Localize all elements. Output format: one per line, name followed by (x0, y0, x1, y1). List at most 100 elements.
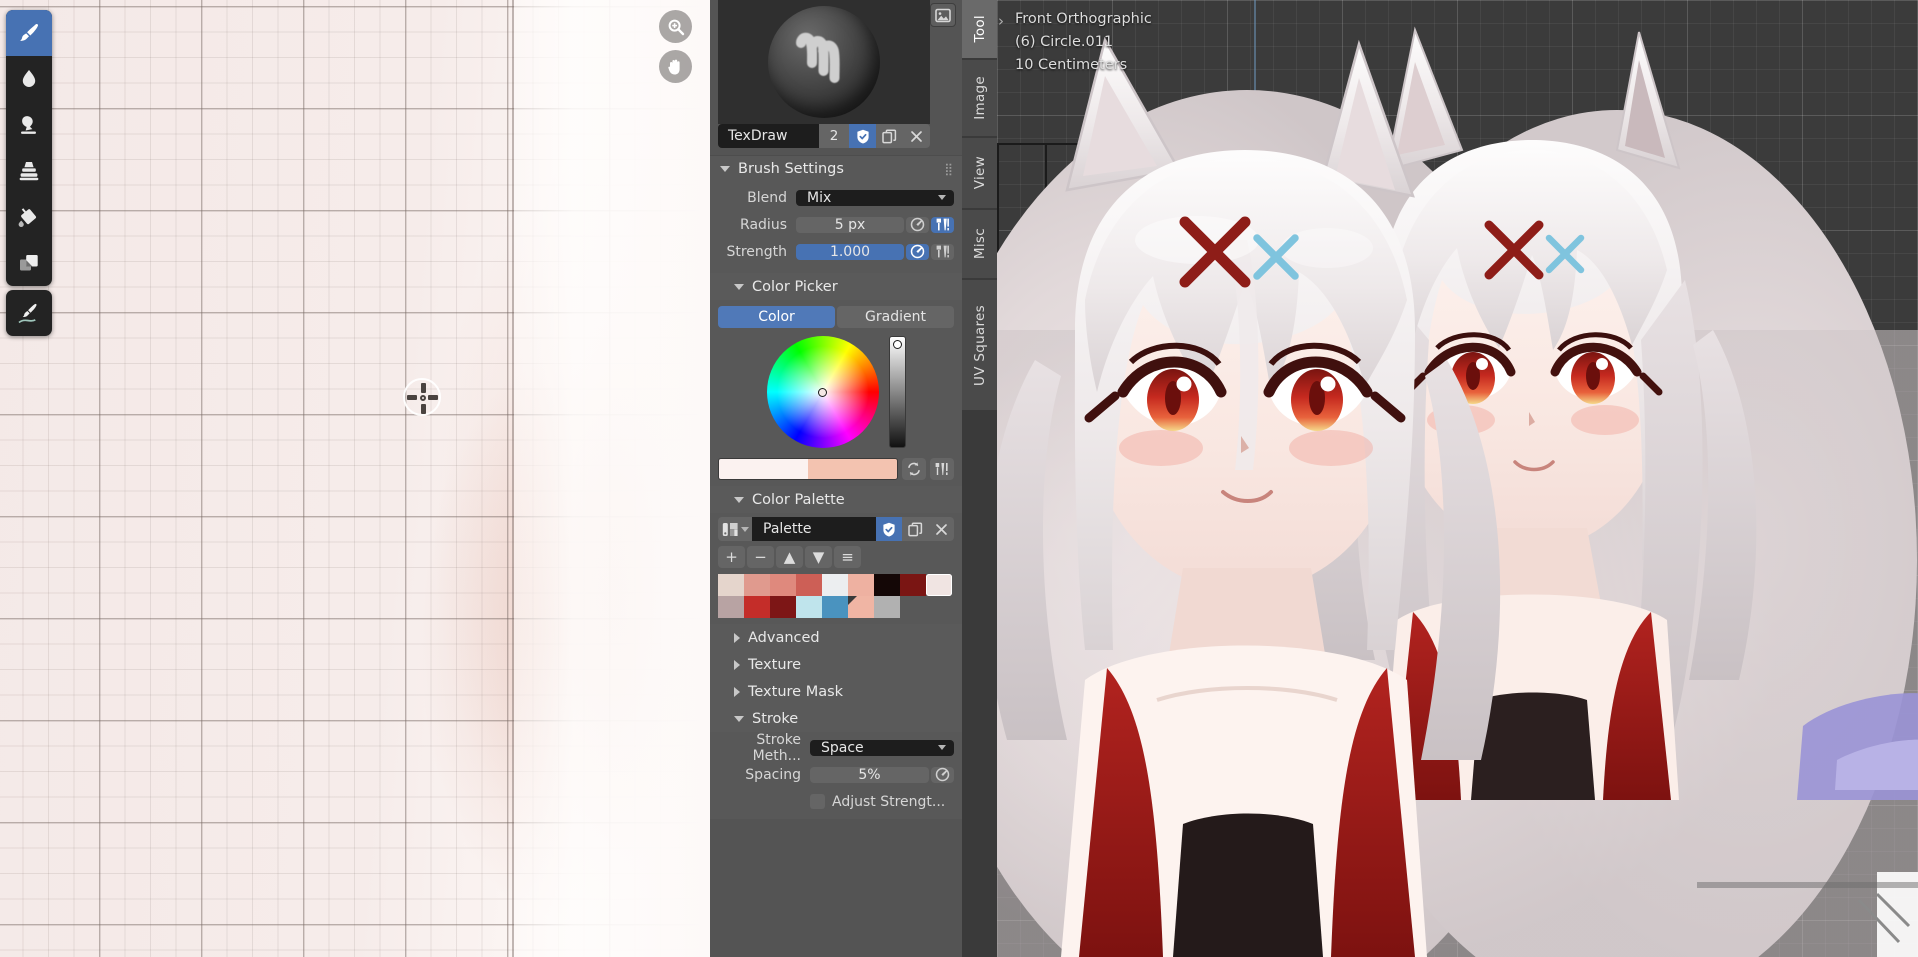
brush-users-count[interactable]: 2 (819, 124, 849, 148)
palette-swatch[interactable] (848, 596, 874, 618)
palette-swatch[interactable] (744, 574, 770, 596)
chevron-down-icon (734, 715, 744, 722)
tool-annotate[interactable] (6, 290, 52, 336)
value-slider[interactable] (888, 336, 906, 448)
viewport-3d[interactable]: › Front Orthographic (6) Circle.011 10 C… (997, 0, 1918, 957)
image-editor-toolbar[interactable] (6, 10, 52, 286)
tab-tool[interactable]: Tool (962, 0, 997, 60)
palette-swatch[interactable] (796, 574, 822, 596)
tab-gradient[interactable]: Gradient (837, 306, 954, 328)
panel-title: Advanced (748, 629, 820, 646)
tab-uv-squares[interactable]: UV Squares (962, 280, 997, 412)
palette-swatch[interactable] (848, 574, 874, 596)
chevron-right-icon[interactable]: › (998, 12, 1004, 30)
brush-datablock-row[interactable]: TexDraw 2 (718, 124, 930, 148)
adjust-strength-label: Adjust Strengt... (832, 793, 946, 810)
strength-value-field[interactable]: 1.000 (796, 243, 904, 260)
palette-swatch[interactable] (796, 596, 822, 618)
brush-unit-icon[interactable] (931, 216, 954, 233)
image-icon[interactable] (930, 3, 956, 27)
shield-check-icon[interactable] (876, 517, 902, 541)
collapsed-panel-list: Advanced Texture Texture Mask (710, 624, 962, 705)
image-editor-panel[interactable] (0, 0, 710, 957)
tool-fill[interactable] (6, 194, 52, 240)
tool-soften[interactable] (6, 56, 52, 102)
adjust-strength-checkbox[interactable] (810, 794, 825, 809)
panel-header-color-picker[interactable]: Color Picker (710, 273, 962, 300)
palette-swatch[interactable] (718, 574, 744, 596)
panel-body-brush-settings: Blend Mix Radius 5 px Strength 1.000 (710, 182, 962, 273)
panel-header-texture[interactable]: Texture (710, 651, 962, 678)
primary-color-swatch[interactable] (719, 459, 808, 479)
chevron-right-icon (734, 632, 740, 643)
palette-name-field[interactable]: Palette (752, 517, 876, 541)
move-down-button[interactable]: ▼ (805, 546, 832, 568)
palette-datablock-row[interactable]: Palette (718, 517, 954, 541)
properties-sidebar[interactable]: TexDraw 2 Brush Settings ⣿ Blend Mix Rad… (710, 0, 962, 957)
secondary-color-swatch[interactable] (808, 459, 897, 479)
tool-mask[interactable] (6, 240, 52, 286)
blend-dropdown[interactable]: Mix (796, 189, 954, 206)
hand-icon[interactable] (659, 50, 692, 83)
tab-view[interactable]: View (962, 138, 997, 210)
palette-swatch[interactable] (770, 596, 796, 618)
panel-drag-grip[interactable]: ⣿ (944, 162, 954, 176)
brush-stroke-preview (796, 32, 840, 83)
panel-header-stroke[interactable]: Stroke (710, 705, 962, 732)
remove-color-button[interactable]: − (747, 546, 774, 568)
palette-swatch[interactable] (822, 596, 848, 618)
copy-icon[interactable] (876, 124, 903, 148)
radius-value-field[interactable]: 5 px (796, 216, 904, 233)
radius-row: Radius 5 px (718, 213, 954, 236)
palette-swatch[interactable] (770, 574, 796, 596)
shield-check-icon[interactable] (849, 124, 876, 148)
zoom-in-icon[interactable] (659, 10, 692, 43)
brush-unit-icon[interactable] (931, 243, 954, 260)
blend-row: Blend Mix (718, 186, 954, 209)
brush-cursor (403, 378, 441, 416)
tab-misc[interactable]: Misc (962, 210, 997, 280)
panel-header-color-palette[interactable]: Color Palette (710, 486, 962, 513)
add-color-button[interactable]: + (718, 546, 745, 568)
palette-swatch-grid[interactable] (718, 574, 954, 618)
stroke-method-value: Space (821, 739, 864, 756)
swap-colors-icon[interactable] (902, 458, 926, 480)
panel-header-texture-mask[interactable]: Texture Mask (710, 678, 962, 705)
pressure-cursor-icon[interactable] (906, 243, 929, 260)
tab-image[interactable]: Image (962, 60, 997, 138)
copy-icon[interactable] (902, 517, 928, 541)
panel-header-advanced[interactable]: Advanced (710, 624, 962, 651)
tab-color[interactable]: Color (718, 306, 835, 328)
tool-draw-brush[interactable] (6, 10, 52, 56)
palette-icon[interactable] (718, 517, 752, 541)
blend-label: Blend (747, 189, 787, 206)
value-slider-knob[interactable] (892, 340, 902, 349)
uv-blank-area (514, 0, 710, 957)
chevron-down-icon (734, 496, 744, 503)
palette-swatch[interactable] (874, 574, 900, 596)
palette-swatch[interactable] (926, 574, 952, 596)
panel-header-brush-settings[interactable]: Brush Settings ⣿ (710, 155, 962, 182)
palette-swatch[interactable] (744, 596, 770, 618)
color-wheel[interactable] (766, 336, 879, 448)
palette-swatch[interactable] (822, 574, 848, 596)
panel-title: Texture Mask (748, 683, 844, 700)
tool-clone[interactable] (6, 148, 52, 194)
palette-specials-button[interactable]: ≡ (834, 546, 861, 568)
palette-swatch[interactable] (874, 596, 900, 618)
palette-swatch[interactable] (718, 596, 744, 618)
move-up-button[interactable]: ▲ (776, 546, 803, 568)
tool-smear[interactable] (6, 102, 52, 148)
sidebar-tab-strip[interactable]: Tool Image View Misc UV Squares (962, 0, 997, 957)
x-icon[interactable] (928, 517, 954, 541)
color-wheel-cursor[interactable] (818, 387, 827, 397)
swatch-corner-marker (848, 596, 857, 605)
palette-swatch[interactable] (900, 574, 926, 596)
color-options-icon[interactable] (930, 458, 954, 480)
pressure-cursor-icon[interactable] (906, 216, 929, 233)
stroke-method-dropdown[interactable]: Space (810, 739, 954, 756)
spacing-value-field[interactable]: 5% (810, 766, 929, 783)
x-icon[interactable] (903, 124, 930, 148)
pressure-cursor-icon[interactable] (931, 766, 954, 783)
brush-name-field[interactable]: TexDraw (718, 124, 819, 148)
